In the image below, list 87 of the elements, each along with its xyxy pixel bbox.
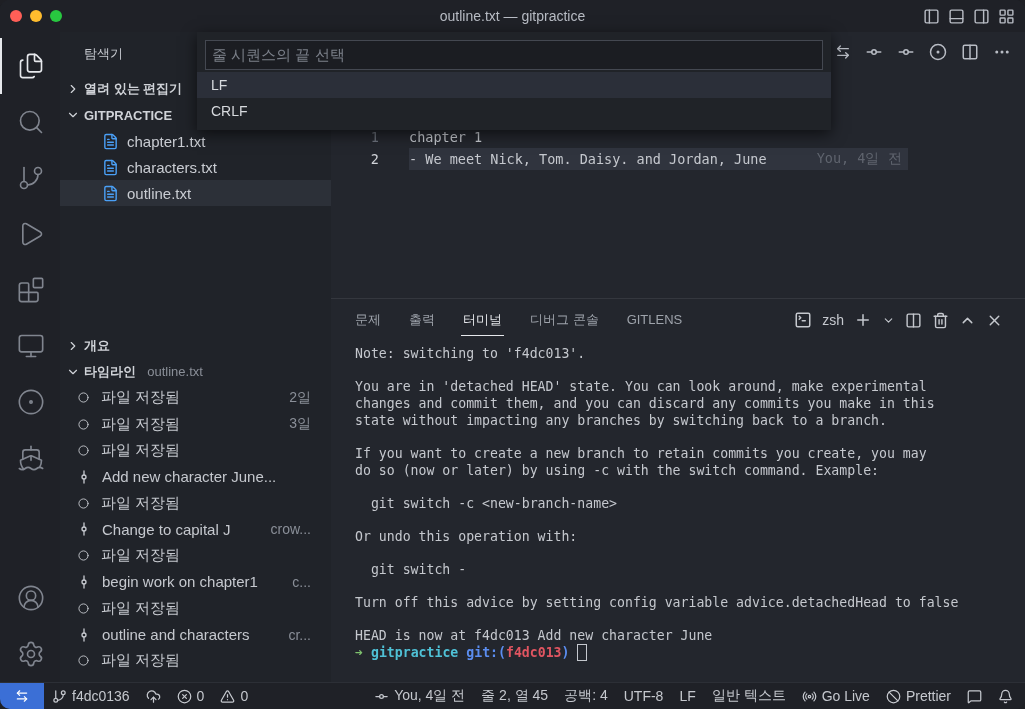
- panel-tab[interactable]: 출력: [407, 304, 437, 336]
- quick-pick-input[interactable]: 줄 시퀀스의 끝 선택: [205, 40, 823, 70]
- status-item[interactable]: 0: [196, 688, 205, 704]
- secondary-sidebar-icon[interactable]: [973, 7, 990, 25]
- circle-icon: [78, 602, 89, 614]
- minimize-button[interactable]: [30, 10, 42, 22]
- circle-icon: [78, 497, 89, 509]
- panel-toggle-icon[interactable]: [948, 7, 965, 25]
- branch-icon[interactable]: [52, 688, 67, 704]
- cursor: [577, 644, 588, 661]
- timeline-item[interactable]: 파일 저장됨: [60, 542, 331, 569]
- status-item[interactable]: 일반 텍스트: [711, 687, 786, 705]
- file-icon: [102, 132, 119, 150]
- file-item[interactable]: chapter1.txt: [60, 128, 331, 154]
- file-item[interactable]: outline.txt: [60, 180, 331, 206]
- terminal-line: state without impacting any branches by switching back to a branch.: [355, 412, 888, 429]
- ban-icon[interactable]: [885, 688, 901, 704]
- prompt-arrow: ➜: [355, 644, 363, 661]
- timeline-item[interactable]: 파일 저장됨: [60, 437, 331, 464]
- split-editor-icon[interactable]: [961, 43, 979, 61]
- timeline-item[interactable]: 파일 저장됨: [60, 647, 331, 674]
- close-button[interactable]: [10, 10, 22, 22]
- prompt-text: gitpractice git:(f4dc013): [370, 644, 570, 661]
- shell-label[interactable]: zsh: [822, 312, 844, 328]
- panel-tab[interactable]: 디버그 콘솔: [528, 304, 601, 336]
- terminal-line: Or undo this operation with:: [355, 528, 579, 545]
- feedback-icon[interactable]: [967, 688, 982, 704]
- quick-pick-option[interactable]: LF: [197, 72, 831, 98]
- terminal-line: git switch -: [369, 561, 468, 578]
- timeline-item[interactable]: outline and characters cr...: [60, 621, 331, 648]
- terminal-line: git switch -c <new-branch-name>: [369, 495, 618, 512]
- terminal-line: If you want to create a new branch to retain commits you create, you may: [355, 445, 928, 462]
- code-line: chapter 1: [409, 128, 484, 147]
- timeline-item[interactable]: Add new character June...: [60, 463, 331, 490]
- file-icon: [102, 158, 119, 176]
- status-item[interactable]: You, 4일 전: [394, 687, 466, 705]
- terminal-line: Turn off this advice by setting config variable advice.detachedHead to false: [355, 594, 960, 611]
- file-item[interactable]: characters.txt: [60, 154, 331, 180]
- circle-icon: [78, 392, 89, 404]
- panel-tab[interactable]: GITLENS: [624, 306, 685, 334]
- warning-icon[interactable]: [220, 688, 236, 704]
- split-icon[interactable]: [905, 311, 922, 329]
- status-item[interactable]: 0: [240, 688, 249, 704]
- remote-icon[interactable]: [15, 689, 29, 703]
- status-item[interactable]: Prettier: [905, 688, 951, 704]
- status-item[interactable]: Go Live: [821, 688, 870, 704]
- terminal-line: Note: switching to 'f4dc013'.: [355, 345, 587, 362]
- compare-icon[interactable]: [835, 44, 851, 60]
- window-title: outline.txt — gitpractice: [439, 8, 586, 24]
- status-item[interactable]: 공백: 4: [564, 687, 608, 705]
- status-item[interactable]: 줄 2, 열 45: [481, 687, 549, 705]
- section-header[interactable]: 타임라인 outline.txt: [60, 358, 331, 385]
- circle-icon: [78, 444, 89, 456]
- remote-button[interactable]: [0, 683, 44, 709]
- status-item[interactable]: UTF-8: [623, 688, 664, 704]
- timeline-item[interactable]: 파일 저장됨: [60, 595, 331, 622]
- bell-icon[interactable]: [998, 688, 1013, 704]
- circle-icon: [78, 418, 89, 430]
- panel-tab[interactable]: 터미널: [461, 304, 504, 336]
- circle-icon: [78, 655, 89, 667]
- sidebar-toggle-icon[interactable]: [923, 7, 940, 25]
- zoom-button[interactable]: [50, 10, 62, 22]
- status-item[interactable]: f4dc0136: [72, 688, 130, 704]
- timeline-item[interactable]: 파일 저장됨 3일: [60, 411, 331, 438]
- file-icon: [102, 184, 119, 202]
- layout-icon[interactable]: [998, 7, 1015, 25]
- sidebar-title: 탐색기: [84, 45, 123, 63]
- line-number: 1: [369, 129, 380, 145]
- line-number: 2: [369, 151, 380, 167]
- terminal-line: changes and commit them, and you can discard any commits you make in this: [355, 395, 936, 412]
- error-icon[interactable]: [176, 688, 192, 704]
- terminal-line: HEAD is now at f4dc013 Add new character June: [355, 627, 714, 644]
- section-header[interactable]: 개요: [60, 332, 331, 359]
- terminal-icon[interactable]: [794, 311, 813, 329]
- panel-tab[interactable]: 문제: [353, 304, 383, 336]
- trash-icon[interactable]: [932, 311, 949, 329]
- terminal-line: You are in 'detached HEAD' state. You can look around, make experimental: [355, 378, 928, 395]
- timeline-item[interactable]: Change to capital J crow...: [60, 516, 331, 543]
- status-item[interactable]: LF: [679, 688, 696, 704]
- circle-icon: [78, 550, 89, 562]
- timeline-item[interactable]: begin work on chapter1 c...: [60, 568, 331, 596]
- timeline-item[interactable]: 파일 저장됨: [60, 489, 331, 517]
- quick-pick-option[interactable]: CRLF: [197, 98, 831, 124]
- terminal-line: do so (now or later) by using -c with the switch command. Example:: [355, 462, 880, 479]
- cloud-upload-icon[interactable]: [145, 688, 161, 704]
- timeline-item[interactable]: 파일 저장됨 2일: [60, 384, 331, 412]
- add-icon[interactable]: [854, 311, 872, 329]
